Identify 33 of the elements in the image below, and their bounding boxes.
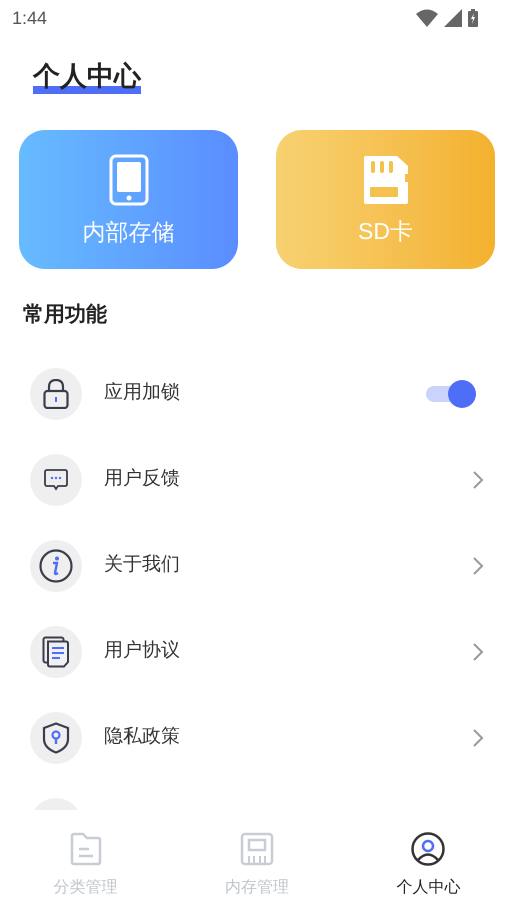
- menu-item[interactable]: 用户反馈: [0, 436, 514, 522]
- padlock-icon: [43, 378, 69, 408]
- signal-icon: [444, 9, 462, 27]
- chevron-right-icon: [472, 470, 484, 488]
- menu-label: 用户协议: [104, 639, 181, 664]
- card-label: SD卡: [358, 216, 413, 244]
- menu-item[interactable]: 关于我们: [0, 522, 514, 608]
- chat-bubble-icon: [44, 468, 68, 490]
- chevron-right-icon: [472, 728, 484, 746]
- menu-label: 应用加锁: [104, 381, 181, 406]
- status-time: 1:44: [12, 6, 48, 30]
- shield-icon: [42, 722, 70, 754]
- card-label: 内部存储: [82, 218, 174, 246]
- toggle-switch[interactable]: [426, 380, 476, 408]
- menu-item[interactable]: 用户协议: [0, 608, 514, 694]
- battery-icon: [468, 9, 478, 27]
- menu-item[interactable]: 应用加锁: [0, 350, 514, 436]
- nav-tab[interactable]: 个人中心: [342, 810, 514, 915]
- tablet-icon: [108, 154, 148, 206]
- menu-label: 隐私政策: [104, 725, 181, 750]
- wifi-icon: [416, 9, 438, 27]
- chevron-right-icon: [472, 642, 484, 660]
- menu-label: 关于我们: [104, 553, 181, 578]
- menu-item[interactable]: 隐私政策: [0, 694, 514, 780]
- documents-icon: [42, 636, 70, 668]
- folder-icon: [68, 832, 103, 866]
- sd-card-icon: [362, 154, 408, 204]
- user-icon: [411, 832, 446, 866]
- memory-card-icon: [240, 832, 274, 866]
- menu-label: 用户反馈: [104, 467, 181, 492]
- chevron-right-icon: [472, 556, 484, 574]
- info-icon: [39, 548, 73, 582]
- section-title: 常用功能: [23, 303, 107, 326]
